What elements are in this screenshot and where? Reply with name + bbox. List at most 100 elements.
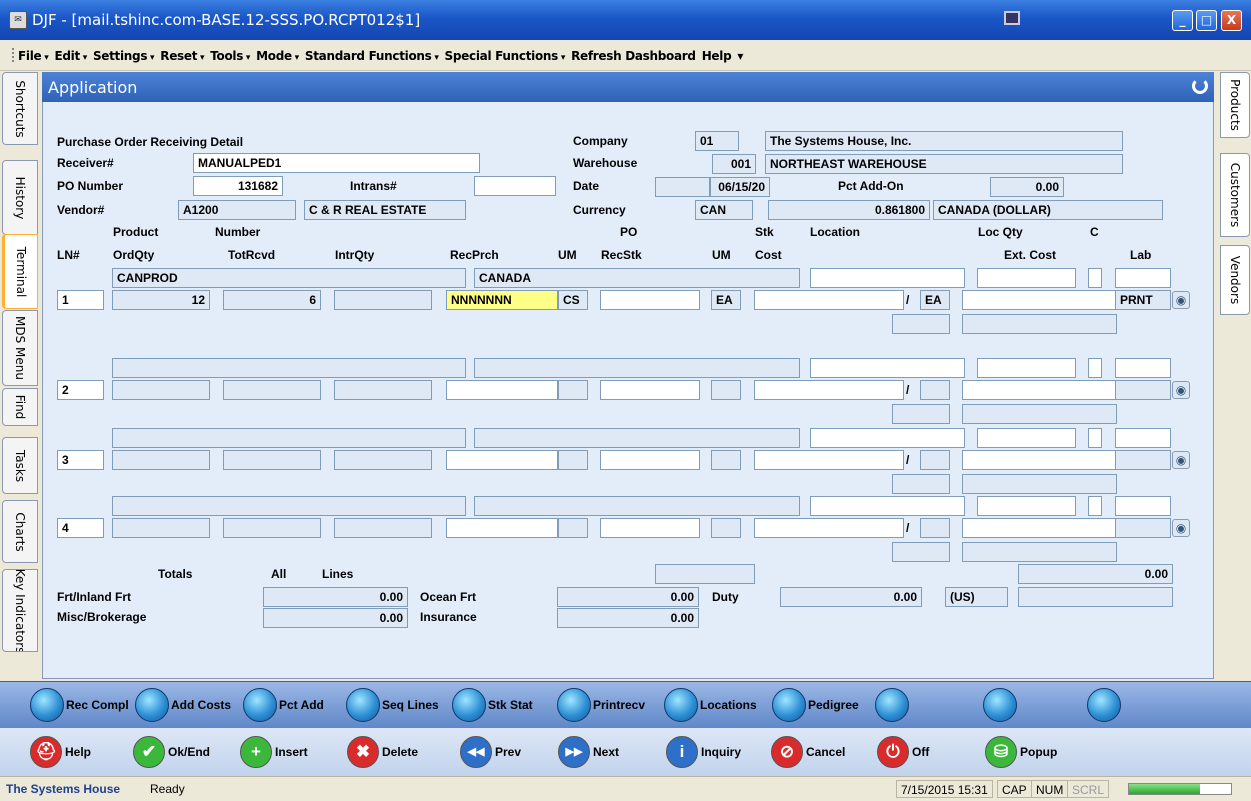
line-3-location[interactable] — [810, 428, 965, 448]
line-2-location[interactable] — [810, 358, 965, 378]
company-field[interactable]: 01 — [695, 131, 739, 151]
line-4-cost[interactable] — [754, 518, 904, 538]
line-4-c-field[interactable] — [1088, 496, 1102, 516]
off-button[interactable]: ⏻ Off — [877, 728, 929, 776]
line-1-cost[interactable] — [754, 290, 904, 310]
line-2-cost[interactable] — [754, 380, 904, 400]
line-2-recstk[interactable] — [600, 380, 700, 400]
delete-button[interactable]: ✖ Delete — [347, 728, 418, 776]
cancel-button[interactable]: ⊘ Cancel — [771, 728, 845, 776]
frt-field[interactable]: 0.00 — [263, 587, 408, 607]
ok-end-button[interactable]: ✔ Ok/End — [133, 728, 210, 776]
line-2-cost-um[interactable] — [920, 380, 950, 400]
left-tab-find[interactable]: Find — [2, 388, 38, 426]
function-button-rec-compl[interactable]: Rec Compl — [30, 682, 129, 728]
line-4-loc-qty[interactable] — [977, 496, 1076, 516]
date-field[interactable]: 06/15/20 — [710, 177, 770, 197]
function-button-pedigree[interactable]: Pedigree — [772, 682, 859, 728]
line-4-recstk[interactable] — [600, 518, 700, 538]
line-4-recprch[interactable] — [446, 518, 558, 538]
line-1-location[interactable] — [810, 268, 965, 288]
left-tab-charts[interactable]: Charts — [2, 500, 38, 563]
function-button-blank-9[interactable] — [983, 682, 1019, 728]
line-4-ext-cost[interactable] — [962, 518, 1117, 538]
line-3-cost[interactable] — [754, 450, 904, 470]
line-1-ext-cost[interactable] — [962, 290, 1117, 310]
line-2-c-field[interactable] — [1088, 358, 1102, 378]
help-button[interactable]: ⛑ Help — [30, 728, 91, 776]
duty-field[interactable]: 0.00 — [780, 587, 922, 607]
right-tab-products[interactable]: Products — [1220, 72, 1250, 138]
menu-special-functions[interactable]: Special Functions — [445, 49, 566, 63]
line-4-ln[interactable]: 4 — [57, 518, 104, 538]
line-1-cost-um[interactable]: EA — [920, 290, 950, 310]
pct-addon-field[interactable]: 0.00 — [990, 177, 1064, 197]
menu-standard-functions[interactable]: Standard Functions — [305, 49, 439, 63]
menu-settings[interactable]: Settings — [93, 49, 154, 63]
inquiry-button[interactable]: i Inquiry — [666, 728, 741, 776]
line-3-ext-cost[interactable] — [962, 450, 1117, 470]
line-1-recstk[interactable] — [600, 290, 700, 310]
right-tab-vendors[interactable]: Vendors — [1220, 245, 1250, 315]
insurance-field[interactable]: 0.00 — [557, 608, 699, 628]
line-1-product[interactable]: CANPROD — [112, 268, 466, 288]
menu-edit[interactable]: Edit — [54, 49, 87, 63]
line-1-c-field[interactable] — [1088, 268, 1102, 288]
line-3-um[interactable] — [558, 450, 588, 470]
menu-help[interactable]: Help — [702, 49, 732, 63]
left-tab-mds-menu[interactable]: MDS Menu — [2, 310, 38, 386]
line-4-product[interactable] — [112, 496, 466, 516]
line-1-recprch[interactable]: NNNNNNN — [446, 290, 558, 310]
left-tab-shortcuts[interactable]: Shortcuts — [2, 72, 38, 145]
line-2-um[interactable] — [558, 380, 588, 400]
line-3-cost-um[interactable] — [920, 450, 950, 470]
refresh-icon[interactable] — [1192, 78, 1208, 94]
maximize-button[interactable]: □ — [1196, 10, 1217, 31]
line-4-cost-um[interactable] — [920, 518, 950, 538]
line-2-lab[interactable] — [1115, 380, 1171, 400]
line-2-lab-top[interactable] — [1115, 358, 1171, 378]
line-4-um[interactable] — [558, 518, 588, 538]
menu-file[interactable]: File — [18, 49, 48, 63]
receiver-field[interactable]: MANUALPED1 — [193, 153, 480, 173]
close-button[interactable]: X — [1221, 10, 1242, 31]
line-3-ln[interactable]: 3 — [57, 450, 104, 470]
line-3-loc-qty[interactable] — [977, 428, 1076, 448]
line-4-lab-top[interactable] — [1115, 496, 1171, 516]
line-2-product[interactable] — [112, 358, 466, 378]
right-tab-customers[interactable]: Customers — [1220, 153, 1250, 237]
line-1-ln[interactable]: 1 — [57, 290, 104, 310]
line-3-c-field[interactable] — [1088, 428, 1102, 448]
function-button-printrecv[interactable]: Printrecv — [557, 682, 645, 728]
menu-overflow[interactable]: ▾ — [737, 49, 743, 63]
menu-mode[interactable]: Mode — [256, 49, 299, 63]
warehouse-field[interactable]: 001 — [712, 154, 756, 174]
app-icon[interactable]: ✉ — [9, 11, 27, 29]
menu-tools[interactable]: Tools — [210, 49, 250, 63]
function-button-locations[interactable]: Locations — [664, 682, 757, 728]
line-1-lab[interactable]: PRNT — [1115, 290, 1171, 310]
function-button-seq-lines[interactable]: Seq Lines — [346, 682, 439, 728]
currency-field[interactable]: CAN — [695, 200, 753, 220]
function-button-pct-add[interactable]: Pct Add — [243, 682, 324, 728]
vendor-field[interactable]: A1200 — [178, 200, 296, 220]
function-button-blank-8[interactable] — [875, 682, 911, 728]
line-2-recprch[interactable] — [446, 380, 558, 400]
line-2-ln[interactable]: 2 — [57, 380, 104, 400]
menu-reset[interactable]: Reset — [160, 49, 204, 63]
line-2-lookup-icon[interactable]: ◉ — [1172, 381, 1190, 399]
popup-button[interactable]: ⛁ Popup — [985, 728, 1057, 776]
function-button-stk-stat[interactable]: Stk Stat — [452, 682, 533, 728]
left-tab-terminal[interactable]: Terminal — [2, 234, 38, 309]
insert-button[interactable]: + Insert — [240, 728, 308, 776]
next-button[interactable]: ▶▶ Next — [558, 728, 619, 776]
menu-refresh-dashboard[interactable]: Refresh Dashboard — [571, 49, 696, 63]
line-2-loc-qty[interactable] — [977, 358, 1076, 378]
line-2-ext-cost[interactable] — [962, 380, 1117, 400]
function-button-blank-10[interactable] — [1087, 682, 1123, 728]
prev-button[interactable]: ◀◀ Prev — [460, 728, 521, 776]
line-4-lookup-icon[interactable]: ◉ — [1172, 519, 1190, 537]
line-4-lab[interactable] — [1115, 518, 1171, 538]
left-tab-tasks[interactable]: Tasks — [2, 437, 38, 494]
line-3-lab[interactable] — [1115, 450, 1171, 470]
